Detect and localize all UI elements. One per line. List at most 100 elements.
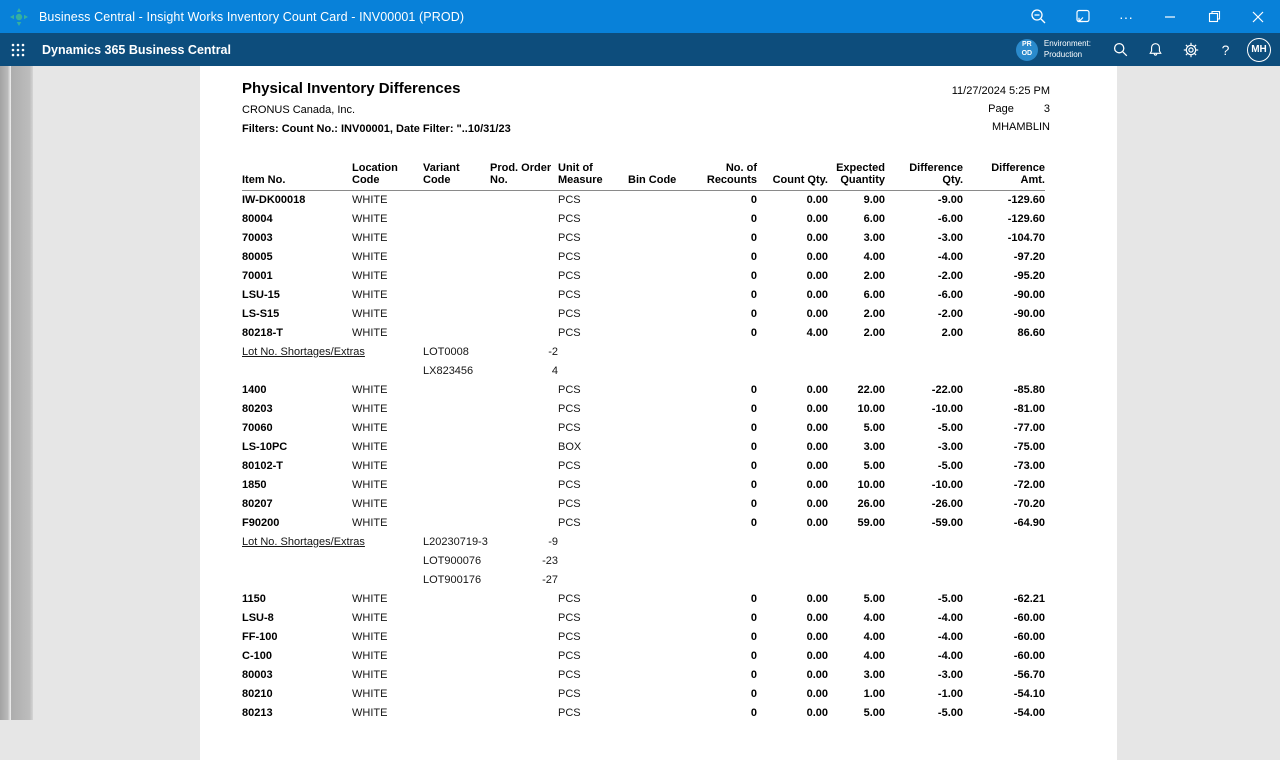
cell-item-no: IW-DK00018 (242, 191, 352, 211)
more-icon[interactable]: ··· (1104, 0, 1148, 33)
cell-location-code: WHITE (352, 438, 423, 457)
cell-unit-of-measure: PCS (558, 495, 628, 514)
cell-prod-order-no (490, 495, 558, 514)
cell-difference-amt: -90.00 (963, 305, 1045, 324)
help-icon[interactable]: ? (1208, 33, 1243, 66)
cell-prod-order-no (490, 590, 558, 609)
table-row: 80203WHITEPCS00.0010.00-10.00-81.00 (242, 400, 1045, 419)
cell-prod-order-no (490, 305, 558, 324)
cell-unit-of-measure: PCS (558, 419, 628, 438)
cell-location-code: WHITE (352, 419, 423, 438)
cell-difference-qty: -26.00 (885, 495, 963, 514)
cell-variant-code (423, 666, 490, 685)
user-avatar[interactable]: MH (1247, 38, 1271, 62)
lot-row: LOT900076-23 (242, 552, 1045, 571)
environment-badge[interactable]: PROD (1016, 39, 1038, 61)
cell-difference-qty: -1.00 (885, 685, 963, 704)
app-title[interactable]: Dynamics 365 Business Central (42, 43, 231, 57)
minimize-icon[interactable] (1148, 0, 1192, 33)
cell-unit-of-measure: PCS (558, 647, 628, 666)
close-icon[interactable] (1236, 0, 1280, 33)
cell-difference-qty: -5.00 (885, 590, 963, 609)
cell-unit-of-measure: PCS (558, 324, 628, 343)
settings-gear-icon[interactable] (1173, 33, 1208, 66)
cell-empty (558, 571, 1045, 590)
cell-location-code: WHITE (352, 647, 423, 666)
table-row: 80207WHITEPCS00.0026.00-26.00-70.20 (242, 495, 1045, 514)
cell-bin-code (628, 419, 690, 438)
restore-window-icon[interactable] (1192, 0, 1236, 33)
cell-expected-quantity: 3.00 (828, 229, 885, 248)
cell-expected-quantity: 5.00 (828, 590, 885, 609)
cell-bin-code (628, 305, 690, 324)
table-row: 80213WHITEPCS00.005.00-5.00-54.00 (242, 704, 1045, 723)
viewer-left-panel-edge (11, 66, 33, 720)
cell-location-code: WHITE (352, 457, 423, 476)
lot-shortages-label: Lot No. Shortages/Extras (242, 346, 365, 358)
cell-prod-order-no (490, 191, 558, 211)
column-header-1: LocationCode (352, 162, 423, 191)
cell-prod-order-no (490, 514, 558, 533)
column-header-3: Prod. OrderNo. (490, 162, 558, 191)
notifications-bell-icon[interactable] (1138, 33, 1173, 66)
cell-prod-order-no (490, 400, 558, 419)
cell-difference-qty: -4.00 (885, 609, 963, 628)
cell-count-qty: 0.00 (757, 419, 828, 438)
cell-prod-order-no (490, 229, 558, 248)
cell-location-code: WHITE (352, 666, 423, 685)
app-launcher-icon[interactable] (0, 33, 36, 66)
cell-lot-section-label: Lot No. Shortages/Extras (242, 533, 423, 552)
search-icon[interactable] (1103, 33, 1138, 66)
cell-count-qty: 0.00 (757, 666, 828, 685)
table-row: IW-DK00018WHITEPCS00.009.00-9.00-129.60 (242, 191, 1045, 211)
cell-location-code: WHITE (352, 267, 423, 286)
cell-count-qty: 0.00 (757, 590, 828, 609)
cell-unit-of-measure: PCS (558, 685, 628, 704)
cell-expected-quantity: 5.00 (828, 704, 885, 723)
cell-difference-amt: -60.00 (963, 609, 1045, 628)
cell-bin-code (628, 267, 690, 286)
cell-variant-code (423, 381, 490, 400)
cell-no-of-recounts: 0 (690, 191, 757, 211)
cell-location-code: WHITE (352, 286, 423, 305)
cell-variant-code (423, 400, 490, 419)
report-filters: Filters: Count No.: INV00001, Date Filte… (242, 123, 1050, 135)
cell-count-qty: 0.00 (757, 628, 828, 647)
cell-difference-qty: -3.00 (885, 229, 963, 248)
cell-item-no: 80102-T (242, 457, 352, 476)
table-row: LS-10PCWHITEBOX00.003.00-3.00-75.00 (242, 438, 1045, 457)
cell-bin-code (628, 666, 690, 685)
cell-variant-code (423, 514, 490, 533)
cell-item-no: LS-10PC (242, 438, 352, 457)
column-header-5: Bin Code (628, 162, 690, 191)
column-header-8: ExpectedQuantity (828, 162, 885, 191)
cell-bin-code (628, 647, 690, 666)
cell-item-no: 80213 (242, 704, 352, 723)
open-in-browser-icon[interactable] (1060, 0, 1104, 33)
cell-count-qty: 0.00 (757, 704, 828, 723)
navbar-actions: PROD Environment: Production (1016, 33, 1280, 66)
cell-lot-section-label (242, 571, 423, 590)
cell-expected-quantity: 3.00 (828, 666, 885, 685)
table-row: 70001WHITEPCS00.002.00-2.00-95.20 (242, 267, 1045, 286)
cell-difference-amt: -60.00 (963, 628, 1045, 647)
cell-difference-qty: -10.00 (885, 476, 963, 495)
zoom-out-icon[interactable] (1016, 0, 1060, 33)
cell-difference-qty: -4.00 (885, 248, 963, 267)
table-row: 80102-TWHITEPCS00.005.00-5.00-73.00 (242, 457, 1045, 476)
report-header: Physical Inventory Differences CRONUS Ca… (242, 80, 1050, 135)
cell-difference-amt: -60.00 (963, 647, 1045, 666)
cell-no-of-recounts: 0 (690, 514, 757, 533)
table-row: 80003WHITEPCS00.003.00-3.00-56.70 (242, 666, 1045, 685)
cell-no-of-recounts: 0 (690, 305, 757, 324)
cell-item-no: LSU-15 (242, 286, 352, 305)
cell-bin-code (628, 248, 690, 267)
cell-location-code: WHITE (352, 248, 423, 267)
cell-difference-qty: -22.00 (885, 381, 963, 400)
cell-bin-code (628, 191, 690, 211)
app-navbar: Dynamics 365 Business Central PROD Envir… (0, 33, 1280, 66)
cell-empty (558, 362, 1045, 381)
cell-no-of-recounts: 0 (690, 685, 757, 704)
cell-no-of-recounts: 0 (690, 419, 757, 438)
cell-expected-quantity: 26.00 (828, 495, 885, 514)
